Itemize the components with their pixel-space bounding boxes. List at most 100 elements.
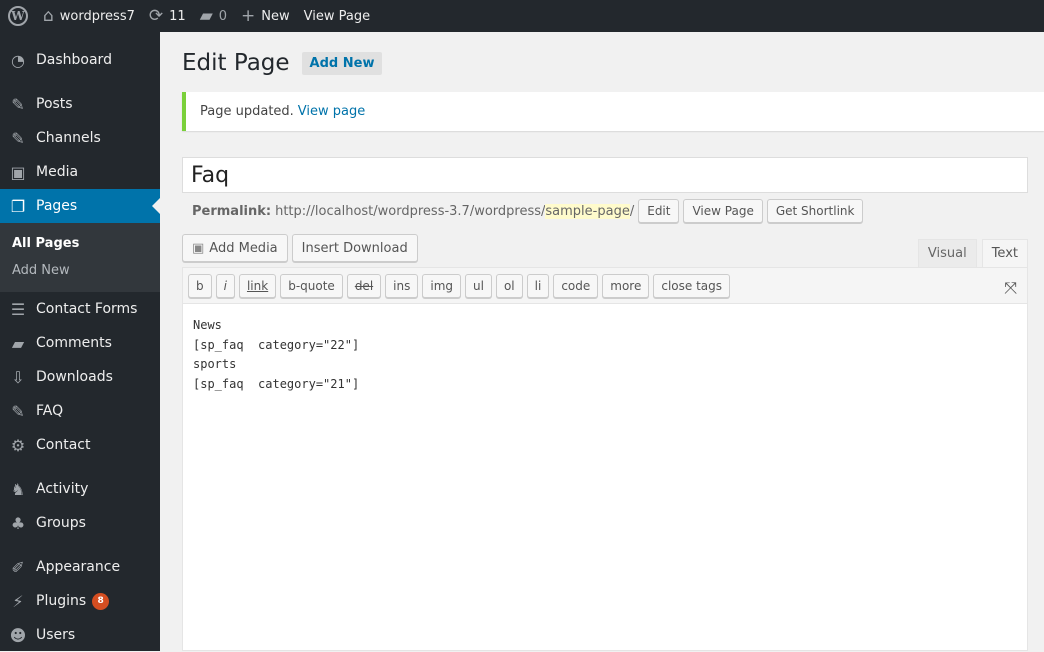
comments-menu[interactable]: ▰ 0 <box>193 0 234 32</box>
pages-submenu: All Pages Add New <box>0 223 160 292</box>
quicktags-toolbar: b i link b-quote del ins img ul ol li co… <box>183 268 1027 304</box>
permalink-base: http://localhost/wordpress-3.7/wordpress… <box>275 203 546 219</box>
wp-logo-menu[interactable]: W <box>0 0 36 32</box>
plus-icon: + <box>241 5 256 26</box>
qt-bold-button[interactable]: b <box>188 273 212 298</box>
sidebar-label: Activity <box>36 481 89 497</box>
fullscreen-icon[interactable]: ⤧ <box>1004 278 1017 298</box>
post-title-input[interactable]: Faq <box>182 157 1028 193</box>
permalink-trail: / <box>629 203 635 219</box>
sidebar-item-plugins[interactable]: ⚡ Plugins 8 <box>0 584 160 618</box>
qt-code-button[interactable]: code <box>553 273 599 298</box>
download-icon: ⇩ <box>11 367 25 387</box>
brush-icon: ✐ <box>11 557 25 577</box>
tab-text[interactable]: Text <box>981 239 1028 268</box>
view-page-button[interactable]: View Page <box>683 199 763 223</box>
sidebar-item-channels[interactable]: ✎ Channels <box>0 121 160 155</box>
sidebar-item-contact-forms[interactable]: ☰ Contact Forms <box>0 292 160 326</box>
refresh-icon: ⟳ <box>148 5 164 26</box>
dashboard-icon: ◔ <box>11 50 25 70</box>
qt-close-tags-button[interactable]: close tags <box>653 273 731 298</box>
sidebar-label: Plugins <box>36 593 87 609</box>
view-page-link[interactable]: View Page <box>297 0 377 32</box>
sidebar-item-posts[interactable]: ✎ Posts <box>0 87 160 121</box>
activity-icon: ♞ <box>10 479 26 499</box>
qt-ul-button[interactable]: ul <box>465 273 492 298</box>
sidebar-label: FAQ <box>36 403 64 419</box>
qt-italic-button[interactable]: i <box>215 273 235 298</box>
updates-menu[interactable]: ⟳ 11 <box>142 0 193 32</box>
notice-text: Page updated. <box>200 104 294 119</box>
qt-li-button[interactable]: li <box>526 273 550 298</box>
get-shortlink-button[interactable]: Get Shortlink <box>766 199 864 223</box>
sidebar-item-contact[interactable]: ⚙ Contact <box>0 428 160 462</box>
editor-container: b i link b-quote del ins img ul ol li co… <box>182 267 1028 651</box>
tab-visual[interactable]: Visual <box>917 239 977 268</box>
qt-ins-button[interactable]: ins <box>385 273 419 298</box>
admin-bar: W ⌂ wordpress7 ⟳ 11 ▰ 0 + New View Page <box>0 0 1044 32</box>
view-page-label: View Page <box>303 8 371 24</box>
site-name-menu[interactable]: ⌂ wordpress7 <box>36 0 142 32</box>
sidebar-label: Media <box>36 164 79 180</box>
pages-icon: ❐ <box>10 196 26 216</box>
qt-img-button[interactable]: img <box>422 273 461 298</box>
sidebar-item-downloads[interactable]: ⇩ Downloads <box>0 360 160 394</box>
sidebar-label: Comments <box>36 335 112 351</box>
submenu-all-pages[interactable]: All Pages <box>0 230 160 257</box>
sidebar-item-pages[interactable]: ❐ Pages <box>0 189 160 223</box>
sidebar-item-groups[interactable]: ♣ Groups <box>0 506 160 540</box>
plug-icon: ⚡ <box>12 591 24 611</box>
admin-sidebar: ◔ Dashboard ✎ Posts ✎ Channels ▣ Media ❐ Page… <box>0 32 160 651</box>
media-icon: ▣ <box>10 162 26 182</box>
comment-icon: ▰ <box>11 333 25 353</box>
site-name: wordpress7 <box>59 8 135 24</box>
comments-count: 0 <box>218 8 228 24</box>
home-icon: ⌂ <box>43 5 54 26</box>
sidebar-label: Posts <box>36 96 73 112</box>
sidebar-label: Appearance <box>36 559 121 575</box>
permalink-row: Permalink: http://localhost/wordpress-3.… <box>192 199 864 223</box>
qt-link-button[interactable]: link <box>238 273 277 298</box>
edit-slug-button[interactable]: Edit <box>638 199 680 223</box>
main-content: Edit Page Add New Page updated. View pag… <box>160 32 1044 651</box>
notice-view-page-link[interactable]: View page <box>298 104 365 119</box>
comment-icon: ▰ <box>199 5 213 26</box>
pin-icon: ✎ <box>11 128 25 148</box>
submenu-add-new[interactable]: Add New <box>0 257 160 284</box>
permalink-slug[interactable]: sample-page <box>545 203 630 219</box>
wordpress-logo-icon: W <box>8 6 28 26</box>
plugins-update-badge: 8 <box>92 592 110 610</box>
sidebar-label: Contact <box>36 437 91 453</box>
add-new-button[interactable]: Add New <box>301 51 383 75</box>
sidebar-item-dashboard[interactable]: ◔ Dashboard <box>0 43 160 77</box>
sidebar-label: Channels <box>36 130 101 146</box>
permalink-label: Permalink: <box>192 203 272 219</box>
pin-icon: ✎ <box>11 94 25 114</box>
add-media-button[interactable]: ▣ Add Media <box>182 234 288 262</box>
sidebar-label: Contact Forms <box>36 301 138 317</box>
sidebar-item-faq[interactable]: ✎ FAQ <box>0 394 160 428</box>
new-content-menu[interactable]: + New <box>234 0 297 32</box>
sidebar-item-media[interactable]: ▣ Media <box>0 155 160 189</box>
new-label: New <box>261 8 290 24</box>
sidebar-label: Dashboard <box>36 52 112 68</box>
media-icon: ▣ <box>192 240 205 256</box>
sidebar-item-activity[interactable]: ♞ Activity <box>0 472 160 506</box>
qt-del-button[interactable]: del <box>346 273 382 298</box>
user-icon: ☻ <box>9 625 27 645</box>
groups-icon: ♣ <box>10 513 26 533</box>
sidebar-label: Groups <box>36 515 86 531</box>
page-title: Edit Page <box>182 50 290 76</box>
sidebar-item-comments[interactable]: ▰ Comments <box>0 326 160 360</box>
sidebar-item-appearance[interactable]: ✐ Appearance <box>0 550 160 584</box>
sidebar-item-users[interactable]: ☻ Users <box>0 618 160 652</box>
update-notice: Page updated. View page <box>182 92 1044 131</box>
insert-download-button[interactable]: Insert Download <box>291 234 418 262</box>
qt-more-button[interactable]: more <box>602 273 650 298</box>
qt-ol-button[interactable]: ol <box>495 273 523 298</box>
pin-icon: ✎ <box>11 401 25 421</box>
qt-blockquote-button[interactable]: b-quote <box>280 273 343 298</box>
content-textarea[interactable]: News [sp_faq category="22"] sports [sp_f… <box>183 304 1027 406</box>
form-icon: ☰ <box>10 299 26 319</box>
gear-icon: ⚙ <box>10 435 26 455</box>
